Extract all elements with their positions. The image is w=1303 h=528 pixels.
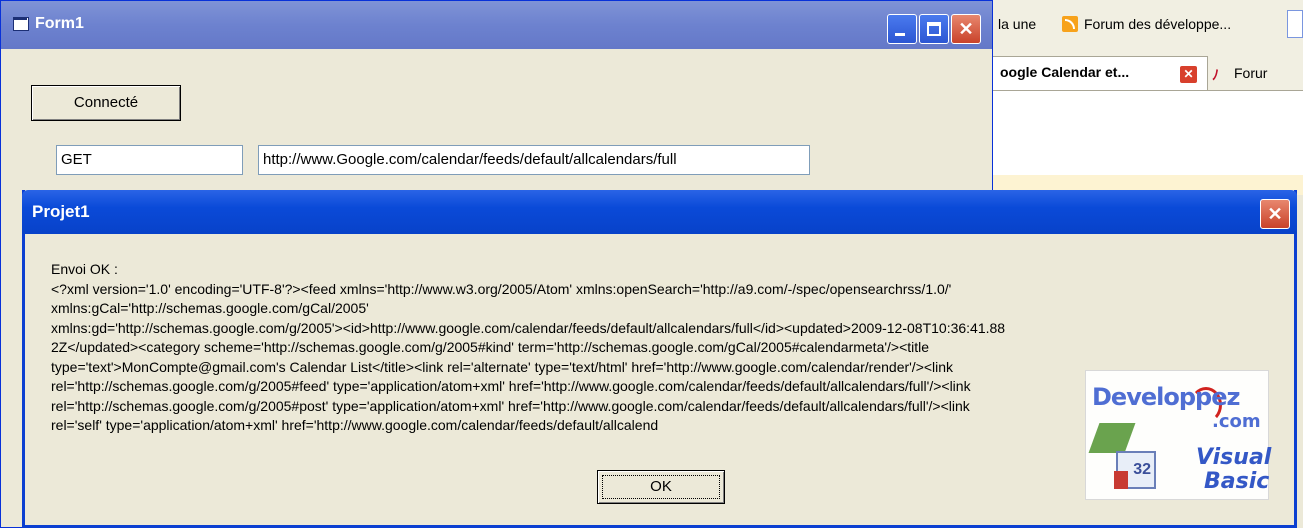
logo-book-icon [1088,423,1136,453]
logo-red-block-icon [1114,471,1128,489]
minimize-icon [888,15,916,43]
message-line: Envoi OK : [51,261,118,277]
close-icon[interactable]: ✕ [1180,66,1197,83]
message-line: rel='http://schemas.google.com/g/2005#fe… [51,378,971,394]
bookmark-forum-label: Forum des développe... [1084,16,1232,32]
rss-feed-icon [1062,16,1078,32]
logo-product-line2: Basic [1204,469,1270,494]
maximize-icon [920,15,948,43]
message-line: type='text'>MonCompte@gmail.com's Calend… [51,358,954,375]
logo-brand: Developpez [1092,383,1240,411]
message-line: xmlns:gd='http://schemas.google.com/g/20… [51,319,1006,336]
form1-titlebar[interactable]: Form1 ✕ [1,1,992,49]
ok-button[interactable]: OK [597,470,725,504]
dialog-close-button[interactable]: ✕ [1260,199,1290,229]
bookmark-overflow-item[interactable] [1287,10,1303,38]
logo-domain: .com [1212,411,1261,432]
logo-product-line1: Visual [1196,445,1272,470]
close-icon: ✕ [1267,204,1283,224]
browser-tab-strip: oogle Calendar et... ✕ ﾉ Forur [990,50,1303,91]
developpez-watermark-logo: Developpez .com 32 Visual Basic [1085,370,1272,500]
bookmark-forum-des-developpeurs[interactable]: Forum des développe... [1062,16,1231,32]
form1-title: Form1 [35,15,84,32]
dialog-title: Projet1 [32,202,90,221]
site-favicon-icon: ﾉ [1212,67,1219,83]
close-icon: ✕ [958,19,974,39]
message-line: rel='self' type='application/atom+xml' h… [51,417,659,433]
message-line: 2Z</updated><category scheme='http://sch… [51,339,930,355]
dialog-message: Envoi OK : <?xml version='1.0' encoding=… [51,260,1211,436]
bookmark-la-une[interactable]: la une [998,16,1036,32]
message-line: xmlns:gCal='http://schemas.google.com/gC… [51,300,369,316]
http-method-input[interactable]: GET [56,145,243,175]
message-line: rel='http://schemas.google.com/g/2005#po… [51,397,970,414]
tab-google-calendar-label: oogle Calendar et... [1000,64,1130,80]
background-browser-window: la une Forum des développe... oogle Cale… [990,0,1303,195]
dialog-titlebar[interactable]: Projet1 ✕ [22,190,1297,234]
close-button[interactable]: ✕ [951,14,981,44]
url-input[interactable]: http://www.Google.com/calendar/feeds/def… [258,145,810,175]
tab-forum[interactable]: ﾉ Forur [1212,58,1303,90]
message-line: <?xml version='1.0' encoding='UTF-8'?><f… [51,280,952,297]
maximize-button[interactable] [919,14,949,44]
minimize-button[interactable] [887,14,917,44]
bookmarks-toolbar: la une Forum des développe... [990,0,1303,51]
ok-button-label: OK [650,478,672,495]
window-app-icon[interactable] [13,17,29,31]
tab-forum-label: Forur [1234,65,1268,81]
tab-google-calendar[interactable]: oogle Calendar et... ✕ [990,56,1208,90]
connect-button[interactable]: Connecté [31,85,181,121]
